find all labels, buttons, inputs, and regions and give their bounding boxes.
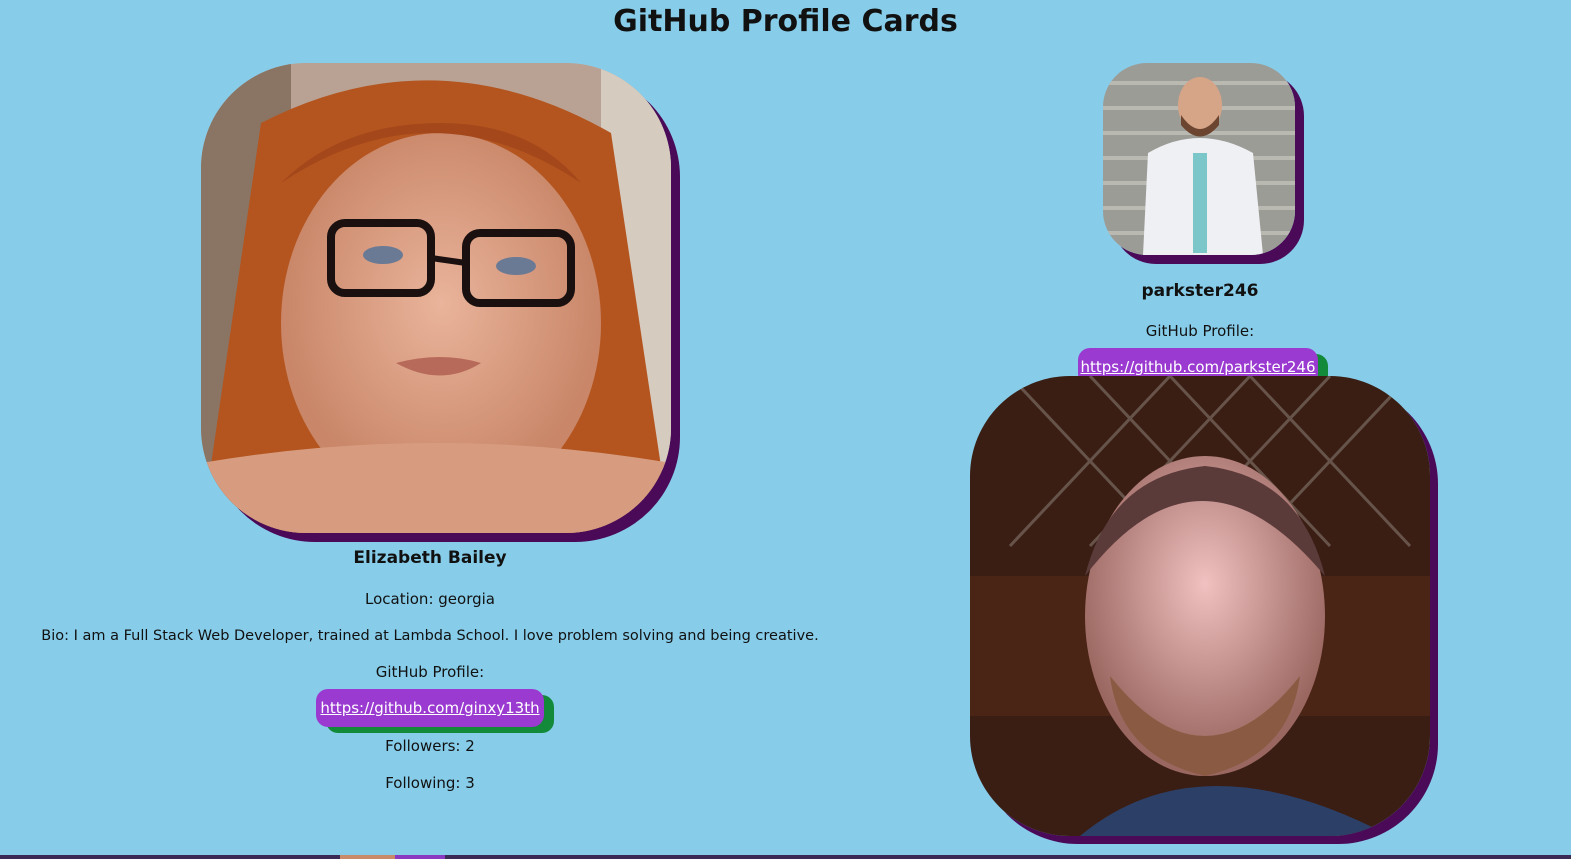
avatar xyxy=(1103,63,1295,255)
card-following: Following: 3 xyxy=(385,774,475,792)
profile-link[interactable]: https://github.com/parkster246 xyxy=(1080,358,1315,376)
card-name: parkster246 xyxy=(1141,281,1259,301)
profile-link[interactable]: https://github.com/ginxy13th xyxy=(320,699,539,717)
card-bio: Bio: I am a Full Stack Web Developer, tr… xyxy=(41,628,819,644)
profile-link-pill: https://github.com/ginxy13th xyxy=(316,689,544,727)
avatar xyxy=(970,376,1430,836)
card-followers: Followers: 2 xyxy=(385,737,475,755)
page-title: GitHub Profile Cards xyxy=(613,4,958,39)
avatar xyxy=(201,63,671,533)
card-profile-label: GitHub Profile: xyxy=(1145,322,1255,340)
bottom-divider xyxy=(0,855,1571,859)
card-name: Elizabeth Bailey xyxy=(353,548,507,568)
card-profile-label: GitHub Profile: xyxy=(375,663,485,681)
card-location: Location: georgia xyxy=(365,590,495,608)
